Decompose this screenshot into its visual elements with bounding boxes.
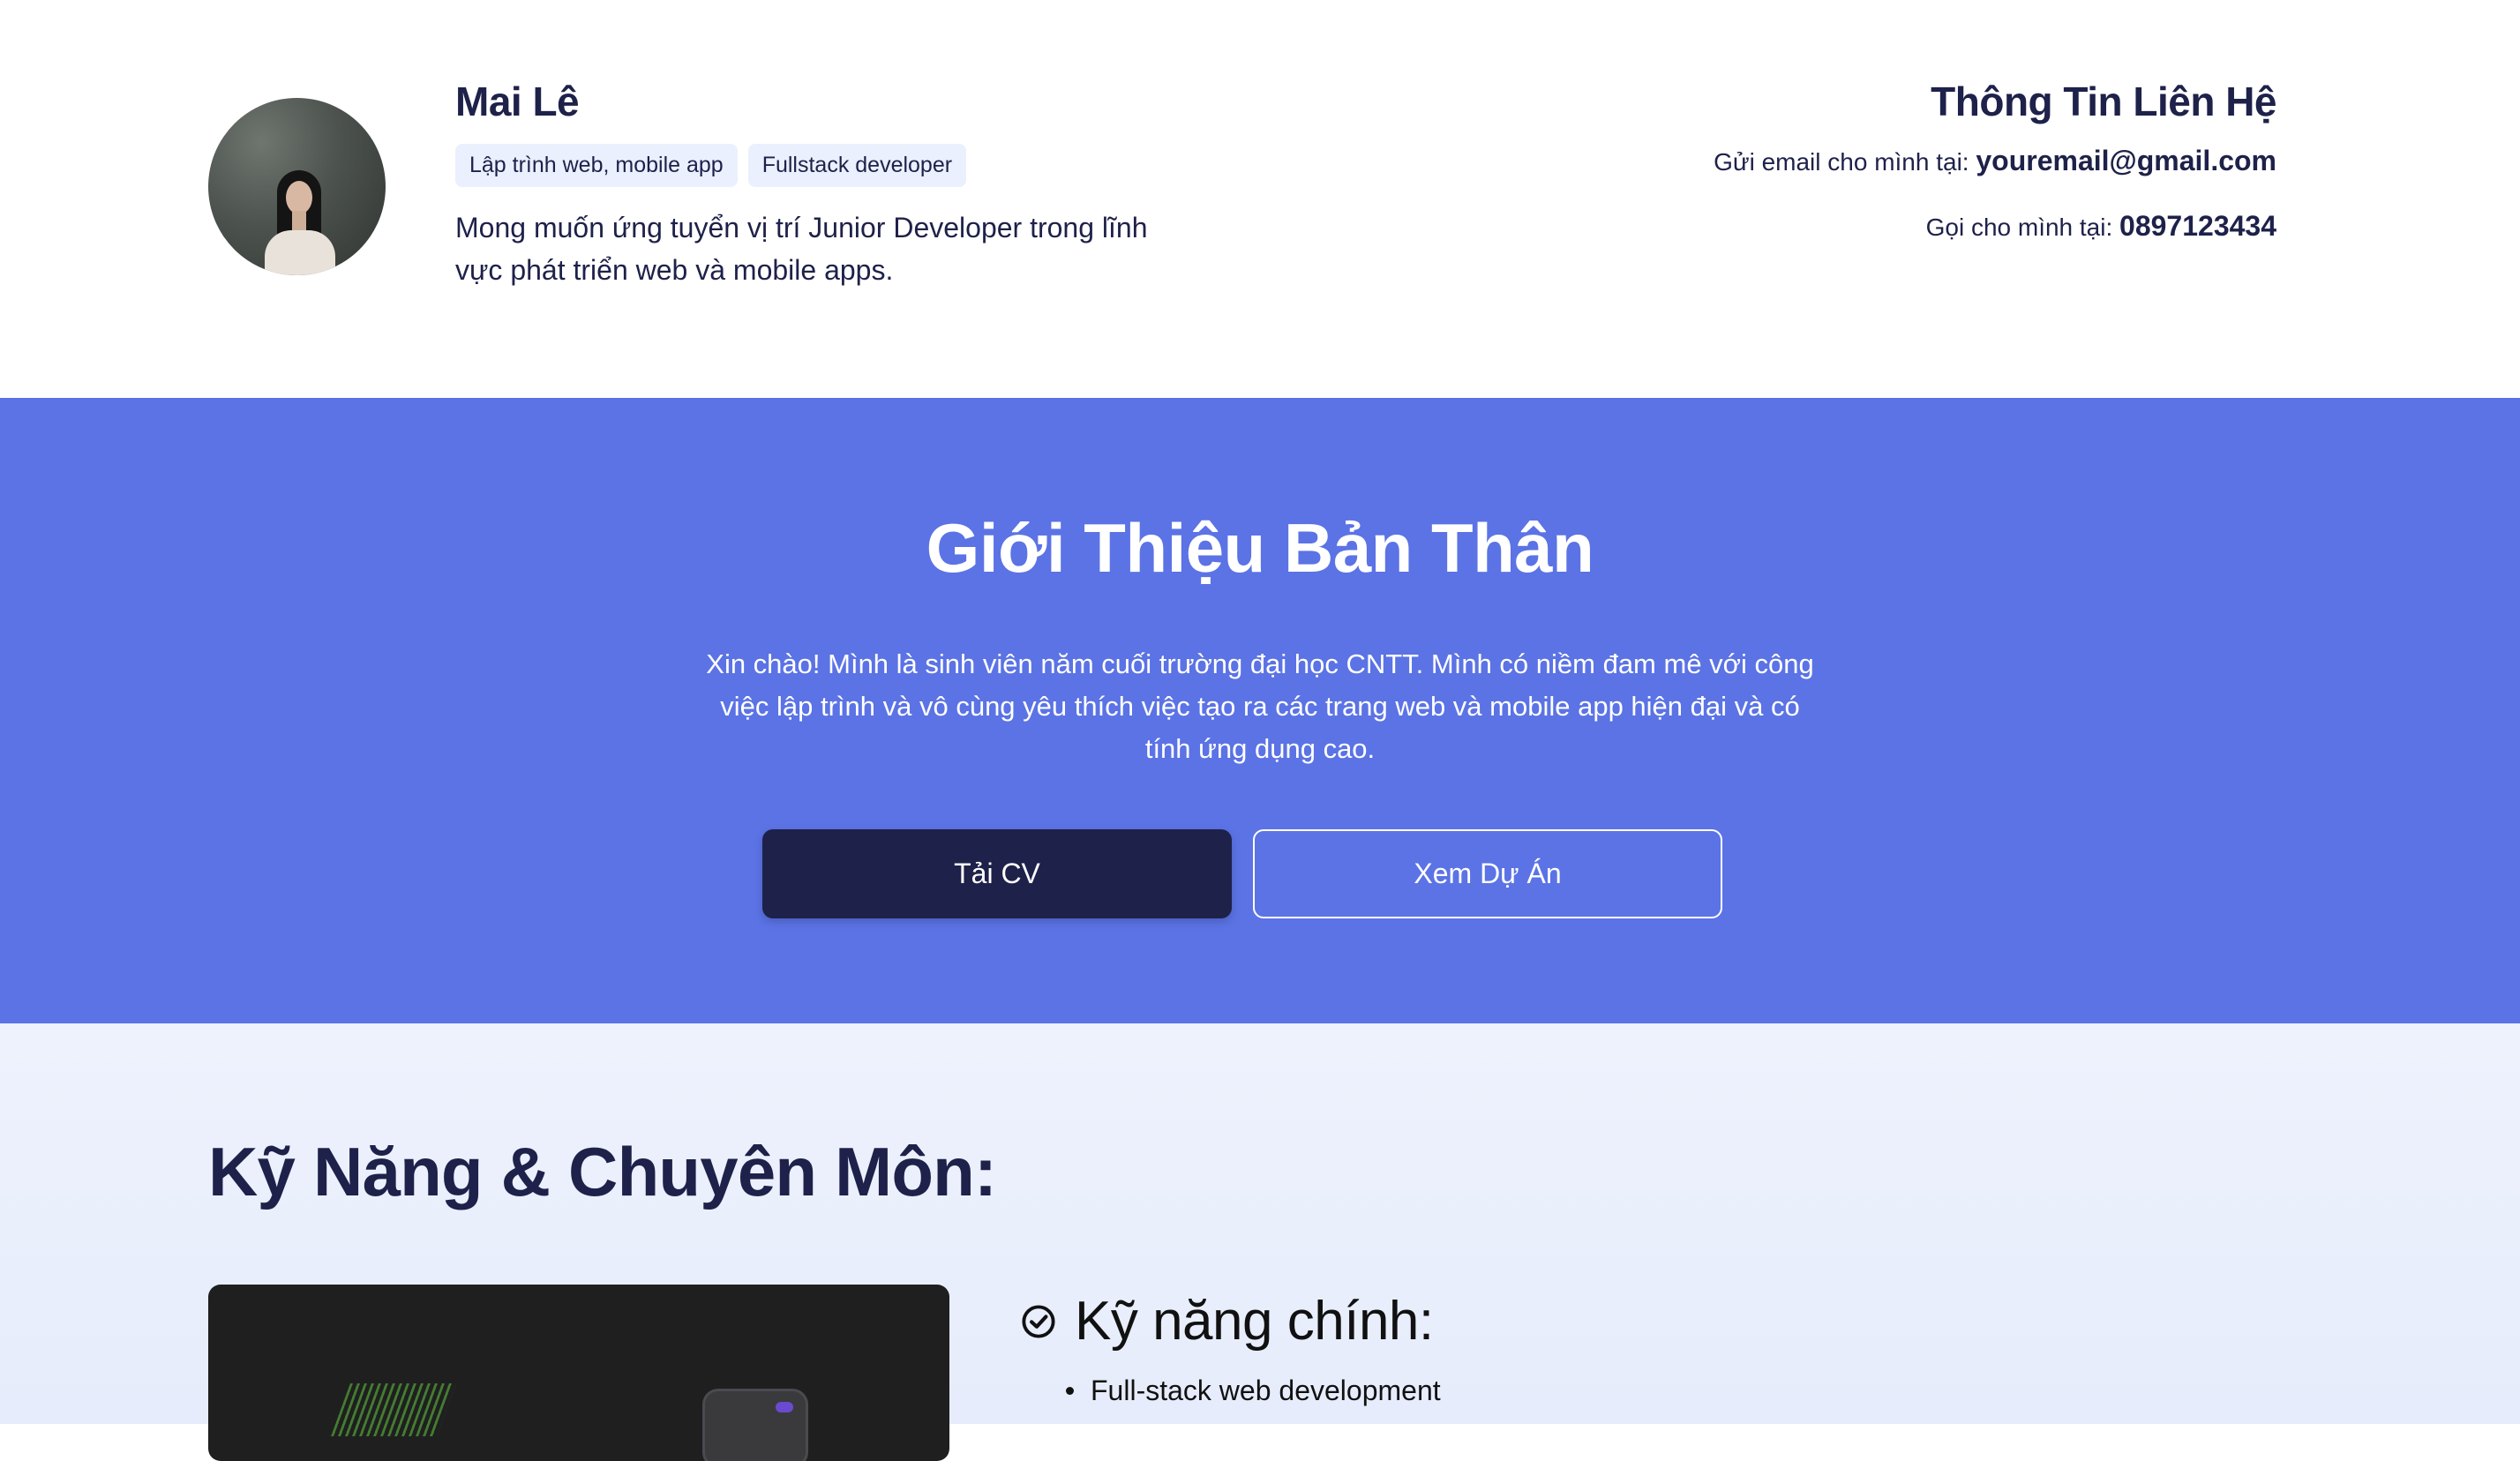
keyboard-lights xyxy=(331,1383,456,1436)
phone-link[interactable]: 0897123434 xyxy=(2119,210,2276,242)
view-projects-button[interactable]: Xem Dự Án xyxy=(1253,829,1722,918)
profile-name: Mai Lê xyxy=(455,79,580,124)
skill-item: Full-stack web development xyxy=(1064,1369,1441,1412)
contact-title: Thông Tin Liên Hệ xyxy=(1931,79,2276,124)
avatar xyxy=(208,98,386,275)
email-link[interactable]: youremail@gmail.com xyxy=(1976,145,2276,176)
phone-label: Gọi cho mình tại: xyxy=(1925,214,2120,241)
check-circle-icon xyxy=(1022,1304,1055,1338)
skills-image xyxy=(208,1285,949,1461)
intro-title: Giới Thiệu Bản Thân xyxy=(926,509,1594,587)
avatar-clothing xyxy=(265,230,335,275)
main-skills-title: Kỹ năng chính: xyxy=(1075,1291,1434,1352)
contact-email-line: Gửi email cho mình tại: youremail@gmail.… xyxy=(1714,145,2276,178)
profile-header: Mai Lê Lập trình web, mobile app Fullsta… xyxy=(0,0,2520,398)
avatar-face xyxy=(286,181,312,214)
contact-info: Thông Tin Liên Hệ Gửi email cho mình tại… xyxy=(1714,78,2276,244)
device-image xyxy=(702,1389,808,1461)
main-skills-heading: Kỹ năng chính: xyxy=(1020,1290,1434,1352)
email-label: Gửi email cho mình tại: xyxy=(1714,148,1976,176)
profile-objective: Mong muốn ứng tuyển vị trí Junior Develo… xyxy=(455,212,1148,286)
main-skills-list: Full-stack web development xyxy=(1064,1369,1441,1412)
skills-title: Kỹ Năng & Chuyên Môn: xyxy=(208,1133,997,1210)
tag-fullstack: Fullstack developer xyxy=(747,144,967,187)
download-cv-button[interactable]: Tải CV xyxy=(762,829,1232,918)
intro-section: Giới Thiệu Bản Thân Xin chào! Mình là si… xyxy=(0,398,2520,1023)
intro-text: Xin chào! Mình là sinh viên năm cuối trư… xyxy=(706,648,1814,764)
tag-web-mobile: Lập trình web, mobile app xyxy=(455,144,738,187)
skills-section: Kỹ Năng & Chuyên Môn: Kỹ năng chính: Ful… xyxy=(0,1023,2520,1461)
contact-phone-line: Gọi cho mình tại: 0897123434 xyxy=(1714,210,2276,244)
profile-tags: Lập trình web, mobile app Fullstack deve… xyxy=(455,144,967,187)
